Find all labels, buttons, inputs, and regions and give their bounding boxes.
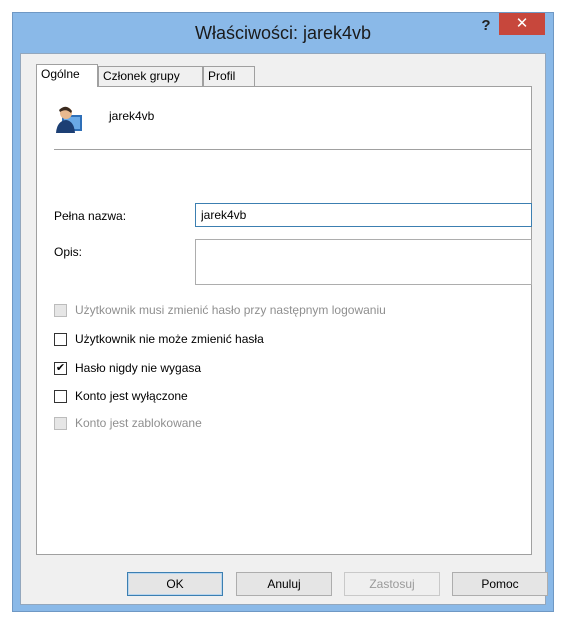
- tab-profile[interactable]: Profil: [203, 66, 255, 86]
- dialog-client-area: Ogólne Członek grupy Profil jarek4vb Peł…: [20, 53, 548, 605]
- checkbox-box-checked[interactable]: ✔: [54, 362, 67, 375]
- tab-panel-general: jarek4vb Pełna nazwa: Opis: Użytkownik m…: [36, 86, 532, 555]
- description-input[interactable]: [195, 239, 532, 285]
- checkbox-box[interactable]: [54, 390, 67, 403]
- help-title-button[interactable]: ?: [473, 15, 499, 37]
- ok-button[interactable]: OK: [127, 572, 223, 596]
- title-bar[interactable]: Właściwości: jarek4vb ? ✕: [13, 13, 553, 53]
- checkbox-box[interactable]: [54, 417, 67, 430]
- checkbox-label: Konto jest wyłączone: [75, 389, 188, 403]
- checkbox-label: Użytkownik musi zmienić hasło przy nastę…: [75, 303, 386, 317]
- apply-button[interactable]: Zastosuj: [344, 572, 440, 596]
- full-name-label: Pełna nazwa:: [54, 209, 127, 223]
- user-icon: [56, 106, 82, 133]
- checkbox-label: Hasło nigdy nie wygasa: [75, 361, 202, 375]
- full-name-input[interactable]: [195, 203, 532, 227]
- checkbox-label: Użytkownik nie może zmienić hasła: [75, 332, 264, 346]
- help-button[interactable]: Pomoc: [452, 572, 548, 596]
- separator: [54, 149, 531, 150]
- checkbox-box[interactable]: [54, 333, 67, 346]
- tab-general[interactable]: Ogólne: [36, 64, 98, 87]
- description-label: Opis:: [54, 245, 83, 259]
- window-title: Właściwości: jarek4vb: [194, 23, 372, 43]
- properties-dialog: Właściwości: jarek4vb ? ✕ Ogólne Członek…: [12, 12, 554, 612]
- checkbox-box[interactable]: [54, 304, 67, 317]
- user-name: jarek4vb: [109, 109, 155, 123]
- cancel-button[interactable]: Anuluj: [236, 572, 332, 596]
- checkbox-label: Konto jest zablokowane: [75, 416, 202, 430]
- tab-group-membership[interactable]: Członek grupy: [98, 66, 203, 86]
- close-button[interactable]: ✕: [499, 13, 545, 35]
